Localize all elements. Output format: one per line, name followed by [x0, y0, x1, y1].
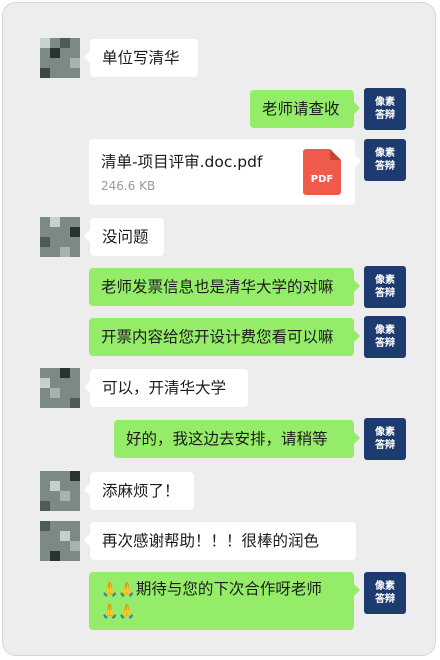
- user-avatar[interactable]: 像素 答辩: [364, 266, 406, 308]
- user-avatar[interactable]: 像素 答辩: [364, 316, 406, 358]
- message-text: 单位写清华: [102, 49, 180, 67]
- avatar-text: 像素: [375, 97, 395, 108]
- avatar-text: 答辩: [375, 440, 395, 451]
- message-text: 可以，开清华大学: [102, 379, 227, 397]
- user-avatar[interactable]: 像素 答辩: [364, 139, 406, 181]
- avatar-text: 像素: [375, 275, 395, 286]
- message-bubble[interactable]: 添麻烦了！: [84, 472, 194, 510]
- contact-avatar[interactable]: [40, 38, 80, 78]
- message-bubble[interactable]: 可以，开清华大学: [84, 369, 248, 407]
- avatar-text: 像素: [375, 427, 395, 438]
- chat-window: 单位写清华 老师请查收 像素 答辩 清单-项目评审.doc.pdf 246.6 …: [2, 2, 436, 656]
- avatar-text: 像素: [375, 581, 395, 592]
- contact-avatar[interactable]: [40, 521, 80, 561]
- message-text: 老师发票信息也是清华大学的对嘛: [101, 278, 334, 296]
- message-text: 开票内容给您开设计费您看可以嘛: [101, 328, 334, 346]
- user-avatar[interactable]: 像素 答辩: [364, 88, 406, 130]
- message-text: 没问题: [102, 228, 149, 246]
- user-avatar[interactable]: 像素 答辩: [364, 572, 406, 614]
- avatar-text: 答辩: [375, 288, 395, 299]
- message-bubble[interactable]: 没问题: [84, 218, 164, 256]
- message-text: 添麻烦了！: [102, 482, 180, 500]
- avatar-text: 答辩: [375, 161, 395, 172]
- avatar-text: 答辩: [375, 110, 395, 121]
- message-bubble[interactable]: 好的，我这边去安排，请稍等: [114, 420, 360, 458]
- message-line: 🙏🙏期待与您的下次合作呀老师: [101, 578, 342, 601]
- avatar-text: 答辩: [375, 594, 395, 605]
- message-text: 好的，我这边去安排，请稍等: [126, 430, 328, 448]
- user-avatar[interactable]: 像素 答辩: [364, 418, 406, 460]
- message-bubble[interactable]: 老师发票信息也是清华大学的对嘛: [89, 268, 360, 306]
- message-bubble[interactable]: 开票内容给您开设计费您看可以嘛: [89, 318, 360, 356]
- message-bubble[interactable]: 单位写清华: [84, 39, 198, 77]
- contact-avatar[interactable]: [40, 368, 80, 408]
- message-text: 再次感谢帮助！！！很棒的润色: [102, 532, 320, 550]
- avatar-text: 像素: [375, 325, 395, 336]
- pdf-icon-label: PDF: [310, 174, 334, 185]
- avatar-text: 像素: [375, 148, 395, 159]
- message-text: 老师请查收: [262, 100, 340, 118]
- message-bubble[interactable]: 再次感谢帮助！！！很棒的润色: [84, 522, 356, 560]
- message-text: 期待与您的下次合作呀老师: [135, 580, 322, 598]
- contact-avatar[interactable]: [40, 471, 80, 511]
- file-message[interactable]: 清单-项目评审.doc.pdf 246.6 KB PDF: [89, 139, 361, 205]
- file-name: 清单-项目评审.doc.pdf: [101, 153, 263, 171]
- message-bubble[interactable]: 老师请查收: [250, 90, 360, 128]
- file-size: 246.6 KB: [101, 179, 156, 193]
- contact-avatar[interactable]: [40, 217, 80, 257]
- bow-emoji-icon: 🙏🙏: [101, 604, 136, 620]
- bow-emoji-icon: 🙏🙏: [101, 582, 136, 598]
- pdf-icon: PDF: [303, 149, 341, 195]
- message-bubble[interactable]: 🙏🙏期待与您的下次合作呀老师 🙏🙏: [89, 572, 360, 630]
- avatar-text: 答辩: [375, 338, 395, 349]
